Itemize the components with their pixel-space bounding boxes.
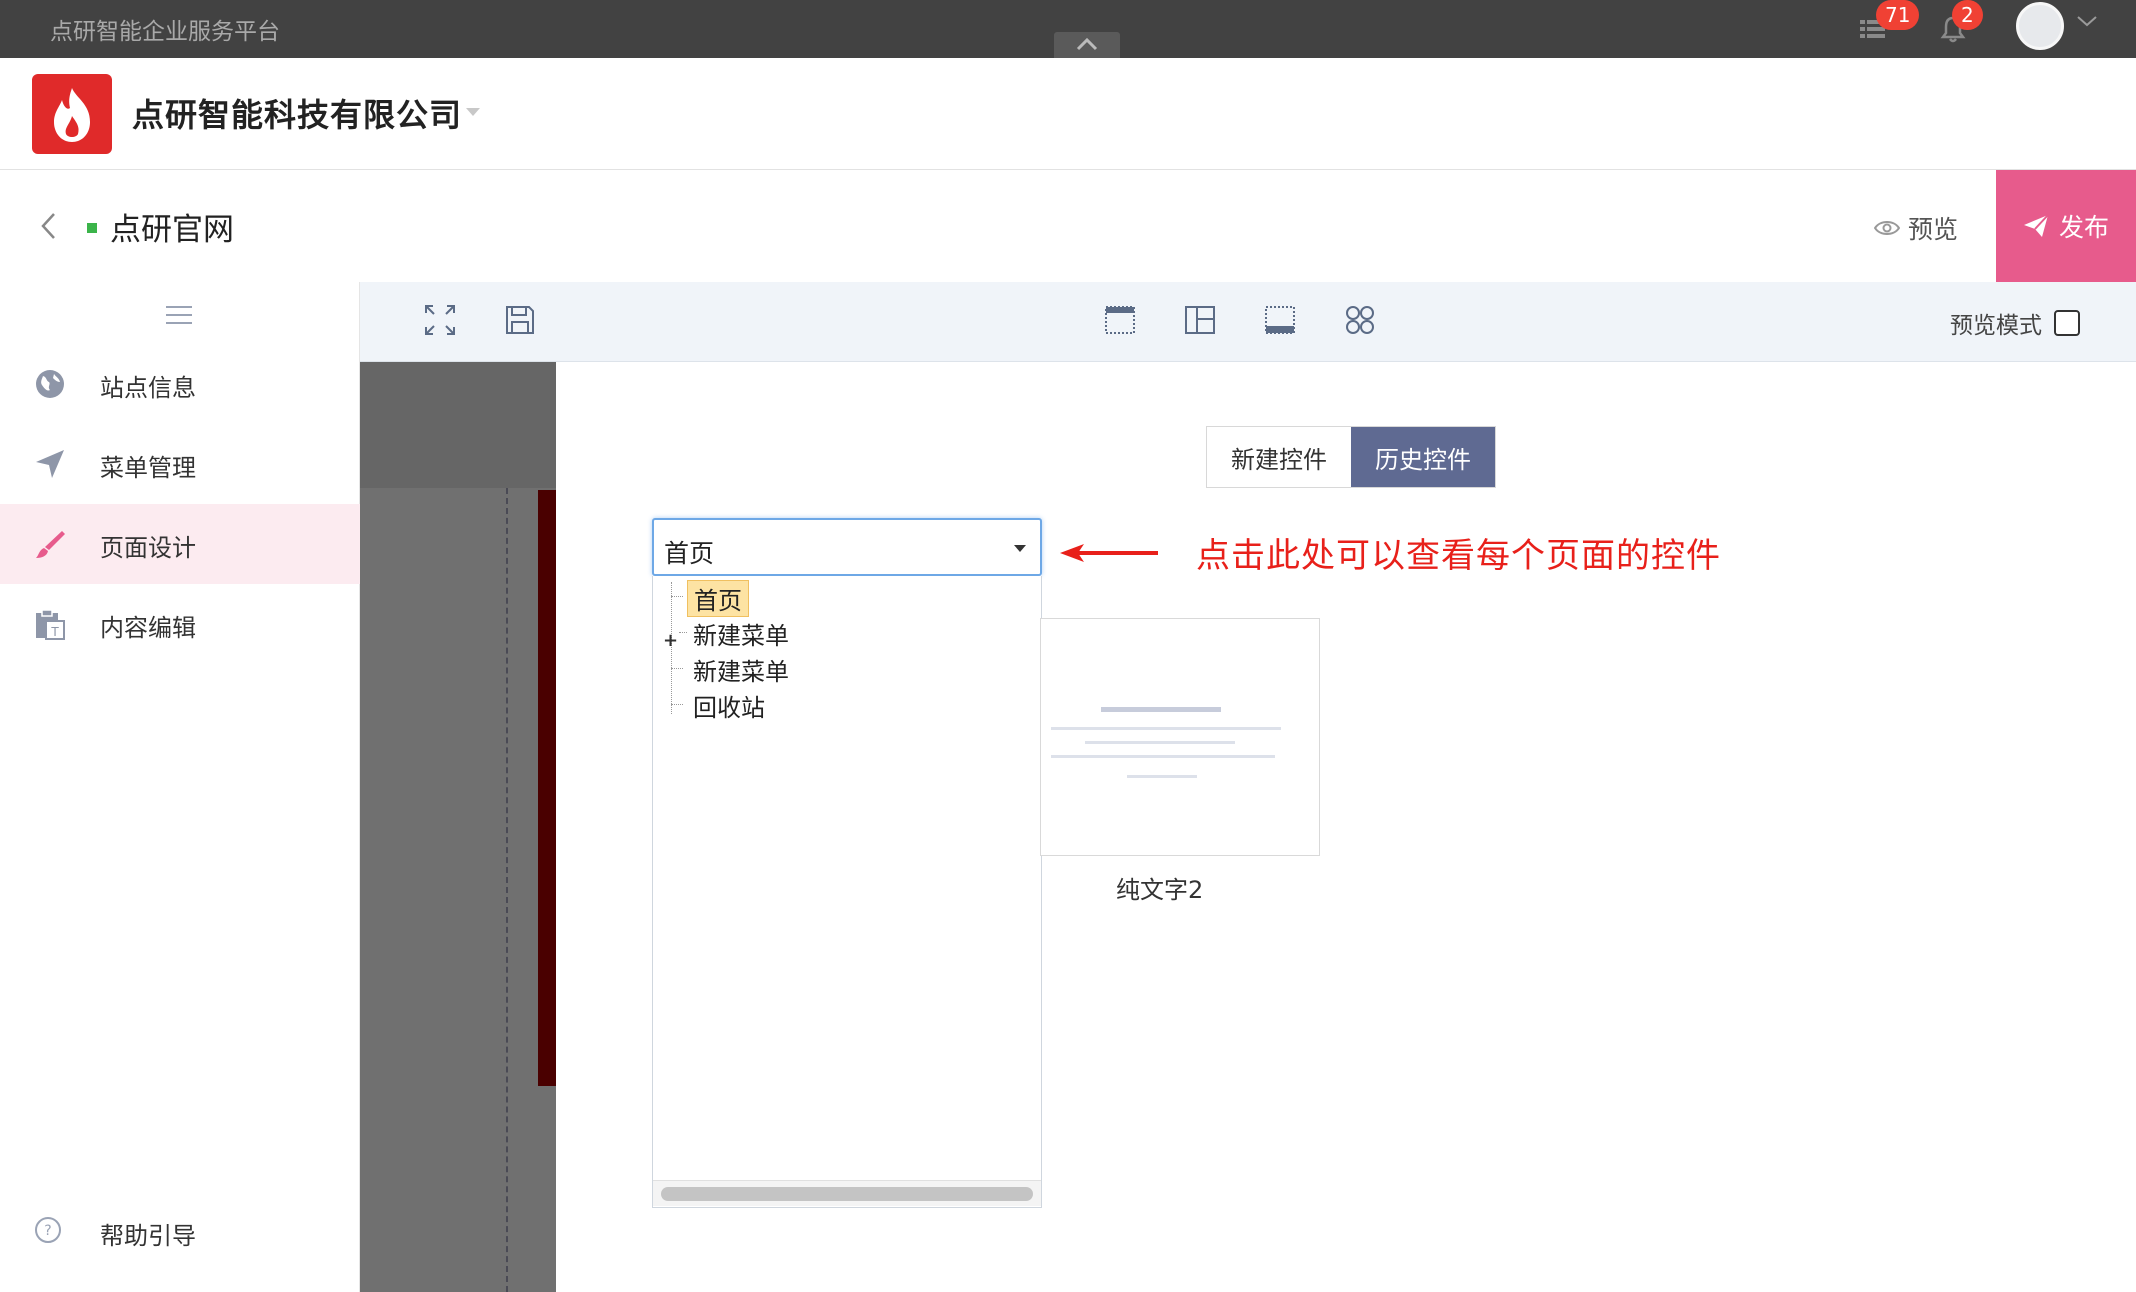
preview-mode-label: 预览模式 — [1950, 313, 2042, 339]
sidebar-item-label: 内容编辑 — [100, 614, 196, 642]
tab-history-widget[interactable]: 历史控件 — [1351, 427, 1495, 487]
widget-tab-group: 新建控件 历史控件 — [1206, 426, 1496, 488]
editor-toolbar: 预览模式 — [360, 282, 2136, 362]
company-name[interactable]: 点研智能科技有限公司 — [132, 90, 462, 136]
tab-new-widget[interactable]: 新建控件 — [1207, 427, 1351, 487]
send-icon — [2023, 214, 2049, 237]
preview-label: 预览 — [1908, 215, 1959, 244]
collapse-header-button[interactable] — [1054, 32, 1120, 58]
page-select-value: 首页 — [664, 539, 715, 568]
notifications-badge: 2 — [1952, 0, 1983, 30]
sidebar: 站点信息 菜单管理 页面设计 T 内容编辑 ? 帮助引导 — [0, 282, 360, 1292]
flame-icon — [54, 88, 90, 142]
top-bar: 点研智能企业服务平台 71 2 — [0, 0, 2136, 58]
sidebar-layout-icon[interactable] — [1182, 302, 1218, 338]
tree-guide — [671, 704, 683, 705]
widget-card[interactable] — [1040, 618, 1320, 856]
expand-plus-icon[interactable]: + — [663, 630, 678, 651]
annotation-arrow-icon — [1060, 544, 1158, 562]
send-icon — [36, 450, 64, 478]
text-widget-thumbnail — [1051, 707, 1281, 778]
tree-item-recycle-bin[interactable]: 回收站 — [693, 688, 765, 723]
eye-icon — [1874, 221, 1900, 235]
page-tree-dropdown: 首页 + 新建菜单 新建菜单 回收站 — [652, 576, 1042, 1208]
sidebar-item-page-design[interactable]: 页面设计 — [0, 504, 360, 584]
publish-button[interactable]: 发布 — [1996, 170, 2136, 282]
company-header: 点研智能科技有限公司 — [0, 58, 2136, 170]
tree-guide — [671, 668, 683, 669]
chevron-down-icon[interactable] — [2076, 14, 2098, 28]
tasks-badge: 71 — [1876, 0, 1920, 30]
design-canvas — [360, 362, 556, 1292]
header-layout-icon[interactable] — [1102, 302, 1138, 338]
clipboard-icon: T — [36, 609, 65, 640]
tree-guide — [671, 596, 683, 597]
help-circle-icon: ? — [35, 1217, 61, 1243]
widgets-icon[interactable] — [1342, 302, 1378, 338]
canvas-header-area — [360, 362, 556, 488]
page-select[interactable]: 首页 — [652, 518, 1042, 576]
annotation-text: 点击此处可以查看每个页面的控件 — [1196, 536, 1721, 576]
user-avatar[interactable] — [2016, 2, 2064, 50]
footer-layout-icon[interactable] — [1262, 302, 1298, 338]
tree-item-new-menu[interactable]: 新建菜单 — [693, 652, 789, 687]
chevron-up-icon — [1076, 37, 1098, 51]
platform-name: 点研智能企业服务平台 — [50, 19, 280, 45]
publish-label: 发布 — [2058, 213, 2109, 242]
back-icon[interactable] — [40, 210, 58, 242]
tree-item-home[interactable]: 首页 — [687, 580, 749, 617]
sidebar-item-label: 页面设计 — [100, 534, 196, 562]
fullscreen-icon[interactable] — [422, 302, 458, 338]
canvas-guide-line — [506, 488, 508, 1292]
widget-card-caption: 纯文字2 — [1116, 876, 1204, 904]
brush-icon — [36, 531, 65, 558]
sidebar-item-site-info[interactable]: 站点信息 — [0, 344, 360, 424]
site-status-dot — [87, 223, 97, 233]
site-title: 点研官网 — [110, 212, 234, 248]
svg-text:T: T — [50, 625, 59, 639]
save-icon[interactable] — [502, 302, 538, 338]
company-logo — [32, 74, 112, 154]
canvas-block — [538, 490, 556, 1086]
preview-mode-toggle[interactable]: 预览模式 — [1950, 306, 2080, 340]
caret-down-icon — [1014, 545, 1026, 552]
sidebar-item-help[interactable]: ? 帮助引导 — [0, 1202, 360, 1262]
sidebar-help-label: 帮助引导 — [100, 1222, 196, 1250]
tree-guide — [679, 632, 687, 633]
preview-mode-checkbox[interactable] — [2054, 310, 2080, 336]
globe-icon — [36, 370, 64, 398]
sidebar-item-label: 菜单管理 — [100, 454, 196, 482]
company-switch-caret[interactable] — [466, 108, 480, 116]
horizontal-scrollbar[interactable] — [653, 1180, 1041, 1206]
scrollbar-thumb[interactable] — [661, 1187, 1033, 1201]
sidebar-item-content-edit[interactable]: T 内容编辑 — [0, 584, 360, 664]
hamburger-icon[interactable] — [166, 304, 192, 326]
preview-button[interactable]: 预览 — [1874, 210, 1958, 246]
sidebar-item-menu-management[interactable]: 菜单管理 — [0, 424, 360, 504]
svg-text:?: ? — [44, 1223, 51, 1239]
sidebar-item-label: 站点信息 — [100, 374, 196, 402]
tree-item-new-menu[interactable]: 新建菜单 — [693, 616, 789, 651]
site-header: 点研官网 预览 发布 — [0, 170, 2136, 282]
